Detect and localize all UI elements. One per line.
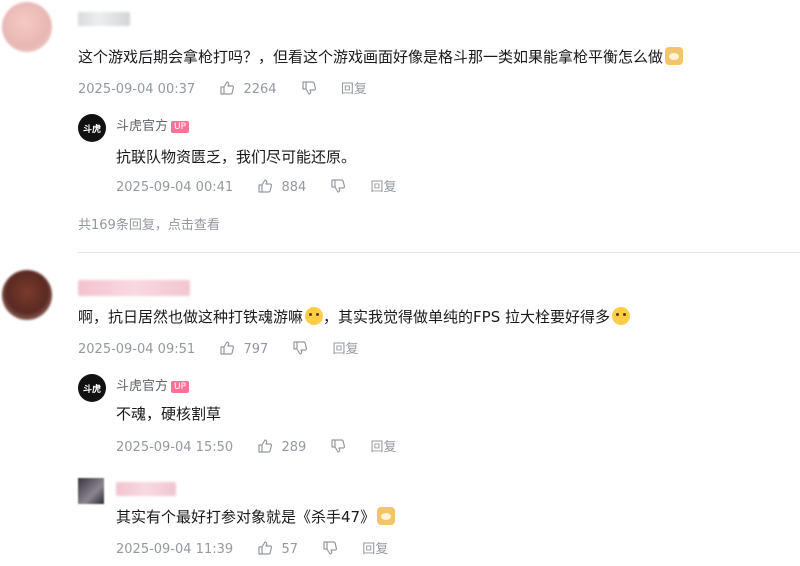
like-count: 2264	[243, 82, 277, 97]
comment-text-content: 啊，抗日居然也做这种打铁魂游嘛	[78, 308, 304, 326]
like-count: 884	[281, 180, 307, 195]
thumb-down-icon[interactable]	[330, 438, 346, 460]
view-more-replies[interactable]: 共169条回复，点击查看	[78, 214, 220, 233]
reply-button[interactable]: 回复	[341, 81, 367, 99]
username-blurred[interactable]	[116, 482, 176, 496]
up-badge: UP	[171, 121, 190, 133]
thumb-up-icon[interactable]	[219, 80, 235, 102]
reply-meta: 2025-09-04 00:41 884 回复	[116, 178, 397, 200]
reply-author[interactable]: 斗虎官方 UP	[116, 378, 190, 396]
reply-author-name: 斗虎官方	[116, 379, 169, 394]
reply-button[interactable]: 回复	[333, 341, 359, 359]
reply-author[interactable]: 斗虎官方 UP	[116, 118, 190, 136]
thumb-down-icon[interactable]	[301, 80, 317, 102]
reply-meta: 2025-09-04 11:39 57 回复	[116, 540, 388, 562]
comment-text: 这个游戏后期会拿枪打吗？，但看这个游戏画面好像是格斗那一类如果能拿枪平衡怎么做	[78, 46, 684, 68]
reply-button[interactable]: 回复	[362, 541, 388, 559]
thumb-up-icon[interactable]	[257, 178, 273, 200]
reply-text: 抗联队物资匮乏，我们尽可能还原。	[116, 148, 357, 166]
sub-avatar[interactable]: 斗虎	[78, 374, 106, 402]
thumb-down-icon[interactable]	[292, 340, 308, 362]
emoji-icon	[611, 307, 630, 325]
avatar[interactable]	[2, 270, 52, 320]
reply-text: 不魂，硬核割草	[116, 405, 222, 423]
sub-avatar[interactable]: 斗虎	[78, 114, 106, 142]
reply-time: 2025-09-04 15:50	[116, 440, 234, 455]
like-count: 57	[281, 542, 298, 557]
dog-emoji-icon	[665, 47, 684, 65]
avatar[interactable]	[2, 2, 52, 52]
username-blurred[interactable]	[78, 12, 130, 26]
dog-emoji-icon	[377, 507, 396, 525]
emoji-icon	[305, 307, 324, 325]
reply-author-name: 斗虎官方	[116, 119, 169, 134]
comment-time: 2025-09-04 09:51	[78, 342, 196, 357]
up-badge: UP	[171, 381, 190, 393]
sub-avatar[interactable]	[78, 478, 104, 504]
username-blurred[interactable]	[78, 280, 190, 296]
divider	[78, 252, 800, 253]
comment-meta: 2025-09-04 00:37 2264 回复	[78, 80, 367, 102]
thumb-down-icon[interactable]	[330, 178, 346, 200]
comment-text: 啊，抗日居然也做这种打铁魂游嘛 ，其实我觉得做单纯的FPS 拉大栓要好得多	[78, 306, 630, 328]
thumb-up-icon[interactable]	[257, 438, 273, 460]
comment-time: 2025-09-04 00:37	[78, 82, 196, 97]
reply-button[interactable]: 回复	[371, 179, 397, 197]
reply-text-content: 其实有个最好打参对象就是《杀手47》	[116, 508, 376, 526]
like-count: 797	[243, 342, 269, 357]
reply-text: 其实有个最好打参对象就是《杀手47》	[116, 506, 396, 528]
sub-avatar-glyph: 斗虎	[82, 384, 101, 395]
thumb-up-icon[interactable]	[219, 340, 235, 362]
like-count: 289	[281, 440, 307, 455]
comment-text-content: ，其实我觉得做单纯的FPS 拉大栓要好得多	[323, 308, 610, 326]
thumb-up-icon[interactable]	[257, 540, 273, 562]
sub-avatar-glyph: 斗虎	[82, 124, 101, 135]
reply-meta: 2025-09-04 15:50 289 回复	[116, 438, 397, 460]
comment-meta: 2025-09-04 09:51 797 回复	[78, 340, 359, 362]
reply-time: 2025-09-04 11:39	[116, 542, 234, 557]
reply-time: 2025-09-04 00:41	[116, 180, 234, 195]
reply-button[interactable]: 回复	[371, 439, 397, 457]
thumb-down-icon[interactable]	[322, 540, 338, 562]
comment-text-content: 这个游戏后期会拿枪打吗？，但看这个游戏画面好像是格斗那一类如果能拿枪平衡怎么做	[78, 48, 664, 66]
